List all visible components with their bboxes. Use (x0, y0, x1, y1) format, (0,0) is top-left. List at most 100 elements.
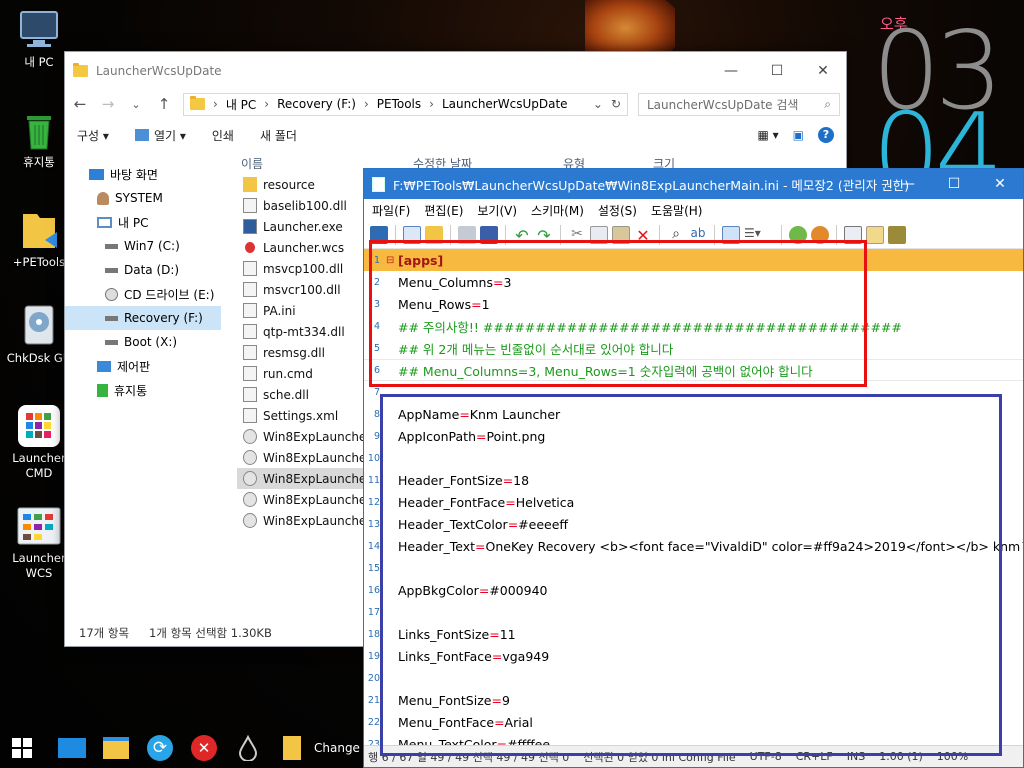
open-button[interactable]: 열기 ▾ (134, 127, 186, 144)
lifebuoy-icon (243, 240, 257, 255)
folder-icon (73, 63, 88, 77)
close-button[interactable]: ✕ (977, 169, 1023, 199)
chevron-down-icon[interactable]: ⌄ (127, 98, 145, 111)
nav-item-control-panel[interactable]: 제어판 (65, 354, 221, 378)
file-name: resmsg.dll (263, 345, 325, 360)
file-icon (243, 303, 257, 318)
disk-icon (17, 304, 61, 348)
folder-shortcut-icon (17, 208, 61, 252)
maximize-button[interactable]: ☐ (931, 169, 977, 199)
recycle-bin-icon (17, 108, 61, 152)
file-icon (243, 450, 257, 465)
nav-item-drive-c[interactable]: Win7 (C:) (65, 234, 221, 258)
notepad-title-bar[interactable]: F:₩PETools₩LauncherWcsUpDate₩Win8ExpLaun… (364, 169, 1023, 199)
drive-icon (105, 243, 118, 249)
file-name: msvcp100.dll (263, 261, 344, 276)
monitor-icon (97, 216, 112, 228)
blue-highlight-box (380, 394, 1002, 756)
window-title: F:₩PETools₩LauncherWcsUpDate₩Win8ExpLaun… (393, 177, 910, 193)
breadcrumb-item[interactable]: Recovery (F:) (277, 97, 356, 111)
file-name: sche.dll (263, 387, 309, 402)
exit-icon[interactable] (888, 225, 906, 244)
menu-help[interactable]: 도움말(H) (651, 202, 703, 219)
minimize-button[interactable]: — (885, 169, 931, 199)
new-folder-button[interactable]: 새 폴더 (260, 127, 297, 144)
drive-icon (105, 339, 118, 345)
folder-icon (243, 177, 257, 192)
breadcrumb-item[interactable]: PETools (377, 97, 421, 111)
desktop-icon[interactable] (50, 728, 94, 768)
grid-app-icon (17, 504, 61, 548)
file-name: Launcher.exe (263, 219, 343, 234)
preview-pane-icon[interactable]: ▣ (793, 128, 804, 142)
menu-edit[interactable]: 편집(E) (424, 202, 463, 219)
file-icon (243, 408, 257, 423)
folder-icon[interactable] (270, 728, 314, 768)
refresh-icon[interactable]: ↻ (611, 97, 621, 111)
edit-favorites-icon[interactable] (866, 225, 884, 244)
up-arrow-icon[interactable]: ↑ (155, 95, 173, 113)
file-name: run.cmd (263, 366, 313, 381)
file-icon (243, 387, 257, 402)
status-selection: 1개 항목 선택함 1.30KB (149, 626, 272, 640)
menu-file[interactable]: 파일(F) (372, 202, 410, 219)
close-red-icon[interactable]: ✕ (182, 728, 226, 768)
cd-drive-icon (105, 287, 118, 301)
file-name: Win8ExpLauncherB (263, 450, 380, 465)
status-item-count: 17개 항목 (79, 626, 130, 640)
nav-item-my-pc[interactable]: 내 PC (65, 210, 221, 234)
nav-item-drive-d[interactable]: Data (D:) (65, 258, 221, 282)
maximize-button[interactable]: ☐ (754, 52, 800, 90)
start-icon[interactable] (0, 728, 44, 768)
organize-button[interactable]: 구성 ▾ (77, 127, 109, 144)
file-name: resource (263, 177, 315, 192)
help-icon[interactable]: ? (818, 127, 834, 143)
nav-item-drive-f[interactable]: Recovery (F:) (65, 306, 221, 330)
nav-item-drive-e[interactable]: CD 드라이브 (E:) (65, 282, 221, 306)
minimize-button[interactable]: — (708, 52, 754, 90)
print-button[interactable]: 인쇄 (212, 127, 234, 144)
drive-icon (105, 315, 118, 321)
back-arrow-icon[interactable]: ← (71, 95, 89, 113)
address-bar[interactable]: › 내 PC › Recovery (F:) › PETools › Launc… (183, 92, 628, 116)
file-icon (243, 261, 257, 276)
nav-item-system[interactable]: SYSTEM (65, 186, 221, 210)
grid-app-icon (17, 404, 61, 448)
refresh-icon[interactable]: ⟳ (138, 728, 182, 768)
notepad-icon (372, 176, 385, 192)
desktop-icon (89, 168, 104, 180)
window-title: LauncherWcsUpDate (96, 64, 222, 78)
file-name: baselib100.dll (263, 198, 347, 213)
exe-icon (243, 219, 257, 234)
user-icon (97, 191, 109, 205)
menu-view[interactable]: 보기(V) (477, 202, 517, 219)
nav-item-recycle-bin[interactable]: 휴지통 (65, 378, 221, 402)
menu-scheme[interactable]: 스키마(M) (531, 202, 584, 219)
water-drop-icon[interactable] (226, 728, 270, 768)
control-panel-icon (97, 360, 111, 372)
taskbar-item-label[interactable]: Change (314, 741, 360, 755)
breadcrumb-item[interactable]: LauncherWcsUpDate (442, 97, 568, 111)
file-icon (243, 471, 257, 486)
file-icon (243, 513, 257, 528)
breadcrumb-item[interactable]: 내 PC (226, 96, 256, 113)
recycle-bin-icon (97, 383, 108, 397)
file-icon (243, 429, 257, 444)
view-options-icon[interactable]: ▦ ▾ (757, 128, 778, 142)
search-input[interactable]: LauncherWcsUpDate 검색 ⌕ (638, 92, 840, 116)
forward-arrow-icon[interactable]: → (99, 95, 117, 113)
menu-settings[interactable]: 설정(S) (598, 202, 637, 219)
red-highlight-box (369, 240, 867, 387)
nav-item-drive-x[interactable]: Boot (X:) (65, 330, 221, 354)
close-button[interactable]: ✕ (800, 52, 846, 90)
nav-item-desktop[interactable]: 바탕 화면 (65, 162, 221, 186)
file-name: PA.ini (263, 303, 296, 318)
explorer-title-bar[interactable]: LauncherWcsUpDate — ☐ ✕ (65, 52, 846, 90)
file-explorer-icon[interactable] (94, 728, 138, 768)
file-icon (243, 282, 257, 297)
file-name: qtp-mt334.dll (263, 324, 345, 339)
folder-icon (190, 96, 205, 110)
chevron-down-icon[interactable]: ⌄ (593, 97, 603, 111)
file-icon (243, 198, 257, 213)
navigation-pane: 바탕 화면 SYSTEM 내 PC Win7 (C:) Data (D:) CD… (65, 152, 221, 620)
